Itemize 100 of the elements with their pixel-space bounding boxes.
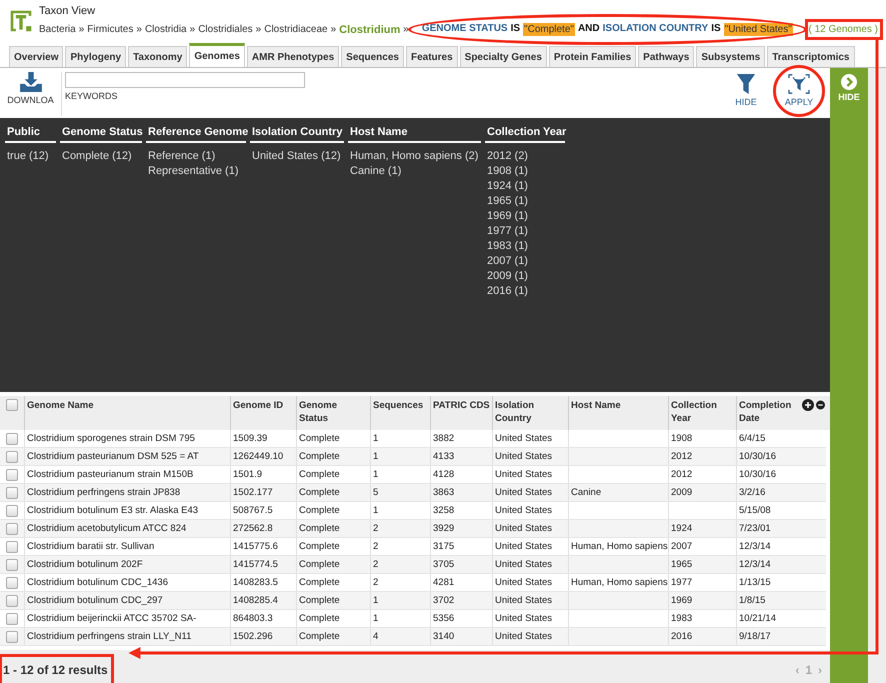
facet-value[interactable]: Human, Homo sapiens (2) (348, 149, 481, 164)
select-all-checkbox[interactable] (6, 399, 18, 411)
table-cell: 2007 (668, 538, 736, 555)
table-row[interactable]: Clostridium botulinum CDC_297 1408285.4 Complete 1 3702 United States 1969 1/8/15 (0, 592, 826, 610)
tab[interactable]: Features (406, 46, 458, 67)
tab[interactable]: Subsystems (696, 46, 766, 67)
column-header[interactable]: Isolation Country (495, 399, 566, 425)
facet-heading: Genome Status (60, 126, 142, 143)
table-cell: 2012 (668, 448, 736, 465)
row-checkbox[interactable] (6, 631, 18, 643)
breadcrumb-link[interactable]: Bacteria (39, 24, 76, 35)
tab[interactable]: Phylogeny (65, 46, 126, 67)
table-cell: 1977 (668, 574, 736, 591)
facet-value[interactable]: 1908 (1) (485, 164, 565, 179)
column-header[interactable]: Sequences (373, 399, 428, 412)
table-cell: Complete (296, 430, 370, 447)
facet-value[interactable]: 1969 (1) (485, 209, 565, 224)
download-button[interactable]: DOWNLOA (0, 72, 62, 116)
table-cell: 1502.177 (230, 484, 296, 501)
breadcrumb-link[interactable]: Clostridiaceae (264, 24, 328, 35)
row-checkbox[interactable] (6, 595, 18, 607)
table-cell: 1908 (668, 430, 736, 447)
facet-value[interactable]: 2007 (1) (485, 254, 565, 269)
facet-value[interactable]: 2012 (2) (485, 149, 565, 164)
table-cell: Clostridium botulinum E3 str. Alaska E43 (24, 502, 230, 519)
hide-filter-button[interactable]: HIDE (731, 74, 761, 107)
breadcrumb-link[interactable]: Clostridiales (198, 24, 253, 35)
table-cell: 2009 (668, 484, 736, 501)
facet-value[interactable]: 1977 (1) (485, 224, 565, 239)
column-header[interactable]: Genome Name (27, 399, 228, 412)
table-cell: Clostridium perfringens strain LLY_N11 (24, 628, 230, 645)
tab[interactable]: Sequences (341, 46, 404, 67)
filter-term: IS (510, 23, 520, 36)
row-checkbox[interactable] (6, 487, 18, 499)
facet-value[interactable]: Complete (12) (60, 149, 142, 164)
facet-value[interactable]: 2009 (1) (485, 269, 565, 284)
tab[interactable]: AMR Phenotypes (246, 46, 340, 67)
breadcrumb-separator: » (330, 24, 336, 35)
table-cell: 2016 (668, 628, 736, 645)
facet-value[interactable]: 1965 (1) (485, 194, 565, 209)
table-cell: 1983 (668, 610, 736, 627)
column-header[interactable]: Genome ID (233, 399, 294, 412)
table-cell: 5 (370, 484, 430, 501)
facet-value[interactable]: 1983 (1) (485, 239, 565, 254)
breadcrumb-separator: » (403, 24, 409, 35)
row-checkbox[interactable] (6, 577, 18, 589)
table-row[interactable]: Clostridium botulinum 202F 1415774.5 Complete 2 3705 United States 1965 12/3/14 (0, 556, 826, 574)
table-cell: Clostridium botulinum 202F (24, 556, 230, 573)
table-cell: 3705 (430, 556, 492, 573)
table-cell: 3/2/16 (736, 484, 826, 501)
column-header[interactable]: Completion Date (739, 399, 800, 425)
tab[interactable]: Protein Families (548, 46, 636, 67)
tab[interactable]: Taxonomy (128, 46, 188, 67)
table-cell: 2 (370, 520, 430, 537)
facet-value[interactable]: true (12) (5, 149, 56, 164)
table-cell: 1924 (668, 520, 736, 537)
table-cell: 1415774.5 (230, 556, 296, 573)
tab[interactable]: Pathways (638, 46, 694, 67)
row-checkbox[interactable] (6, 523, 18, 535)
facet-value[interactable]: Reference (1) (146, 149, 246, 164)
table-row[interactable]: Clostridium perfringens strain JP838 1502.177 Complete 5 3863 United States Canine 2009 3/2/16 (0, 484, 826, 502)
remove-column-icon[interactable] (816, 399, 825, 411)
table-row[interactable]: Clostridium pasteurianum DSM 525 = AT 1262449.10 Complete 1 4133 United States 2012 10/30/16 (0, 448, 826, 466)
table-cell: 3882 (430, 430, 492, 447)
table-row[interactable]: Clostridium perfringens strain LLY_N11 1502.296 Complete 4 3140 United States 2016 9/18/17 (0, 628, 826, 646)
row-checkbox[interactable] (6, 469, 18, 481)
table-cell: 1 (370, 592, 430, 609)
column-header[interactable]: Genome Status (299, 399, 368, 425)
download-icon (20, 72, 42, 92)
tab[interactable]: Transcriptomics (767, 46, 854, 67)
column-header[interactable]: Collection Year (671, 399, 734, 425)
facet-value[interactable]: 1924 (1) (485, 179, 565, 194)
row-checkbox[interactable] (6, 559, 18, 571)
table-cell: 1408285.4 (230, 592, 296, 609)
facet-value[interactable]: Canine (1) (348, 164, 481, 179)
column-header[interactable]: Host Name (571, 399, 666, 412)
table-row[interactable]: Clostridium acetobutylicum ATCC 824 272562.8 Complete 2 3929 United States 1924 7/23/01 (0, 520, 826, 538)
table-cell: Complete (296, 520, 370, 537)
tab[interactable]: Overview (9, 46, 64, 67)
facet-value[interactable]: Representative (1) (146, 164, 246, 179)
row-checkbox[interactable] (6, 451, 18, 463)
row-checkbox[interactable] (6, 433, 18, 445)
filter-icon (735, 74, 757, 94)
table-cell: United States (492, 592, 568, 609)
row-checkbox[interactable] (6, 613, 18, 625)
tab[interactable]: Genomes (189, 43, 245, 67)
table-cell: Complete (296, 610, 370, 627)
row-checkbox[interactable] (6, 505, 18, 517)
keywords-field[interactable] (65, 72, 305, 88)
column-header[interactable]: PATRIC CDS (433, 399, 490, 412)
breadcrumb-separator: » (256, 24, 262, 35)
breadcrumb-link[interactable]: Clostridia (144, 24, 187, 35)
add-column-icon[interactable] (802, 399, 814, 411)
table-cell: Clostridium baratii str. Sullivan (24, 538, 230, 555)
row-checkbox[interactable] (6, 541, 18, 553)
facet-value[interactable]: 2016 (1) (485, 284, 565, 299)
breadcrumb-link[interactable]: Firmicutes (87, 24, 134, 35)
tab[interactable]: Specialty Genes (460, 46, 547, 67)
facet-value[interactable]: United States (12) (250, 149, 344, 164)
apply-filter-button[interactable]: APPLY (782, 74, 816, 107)
